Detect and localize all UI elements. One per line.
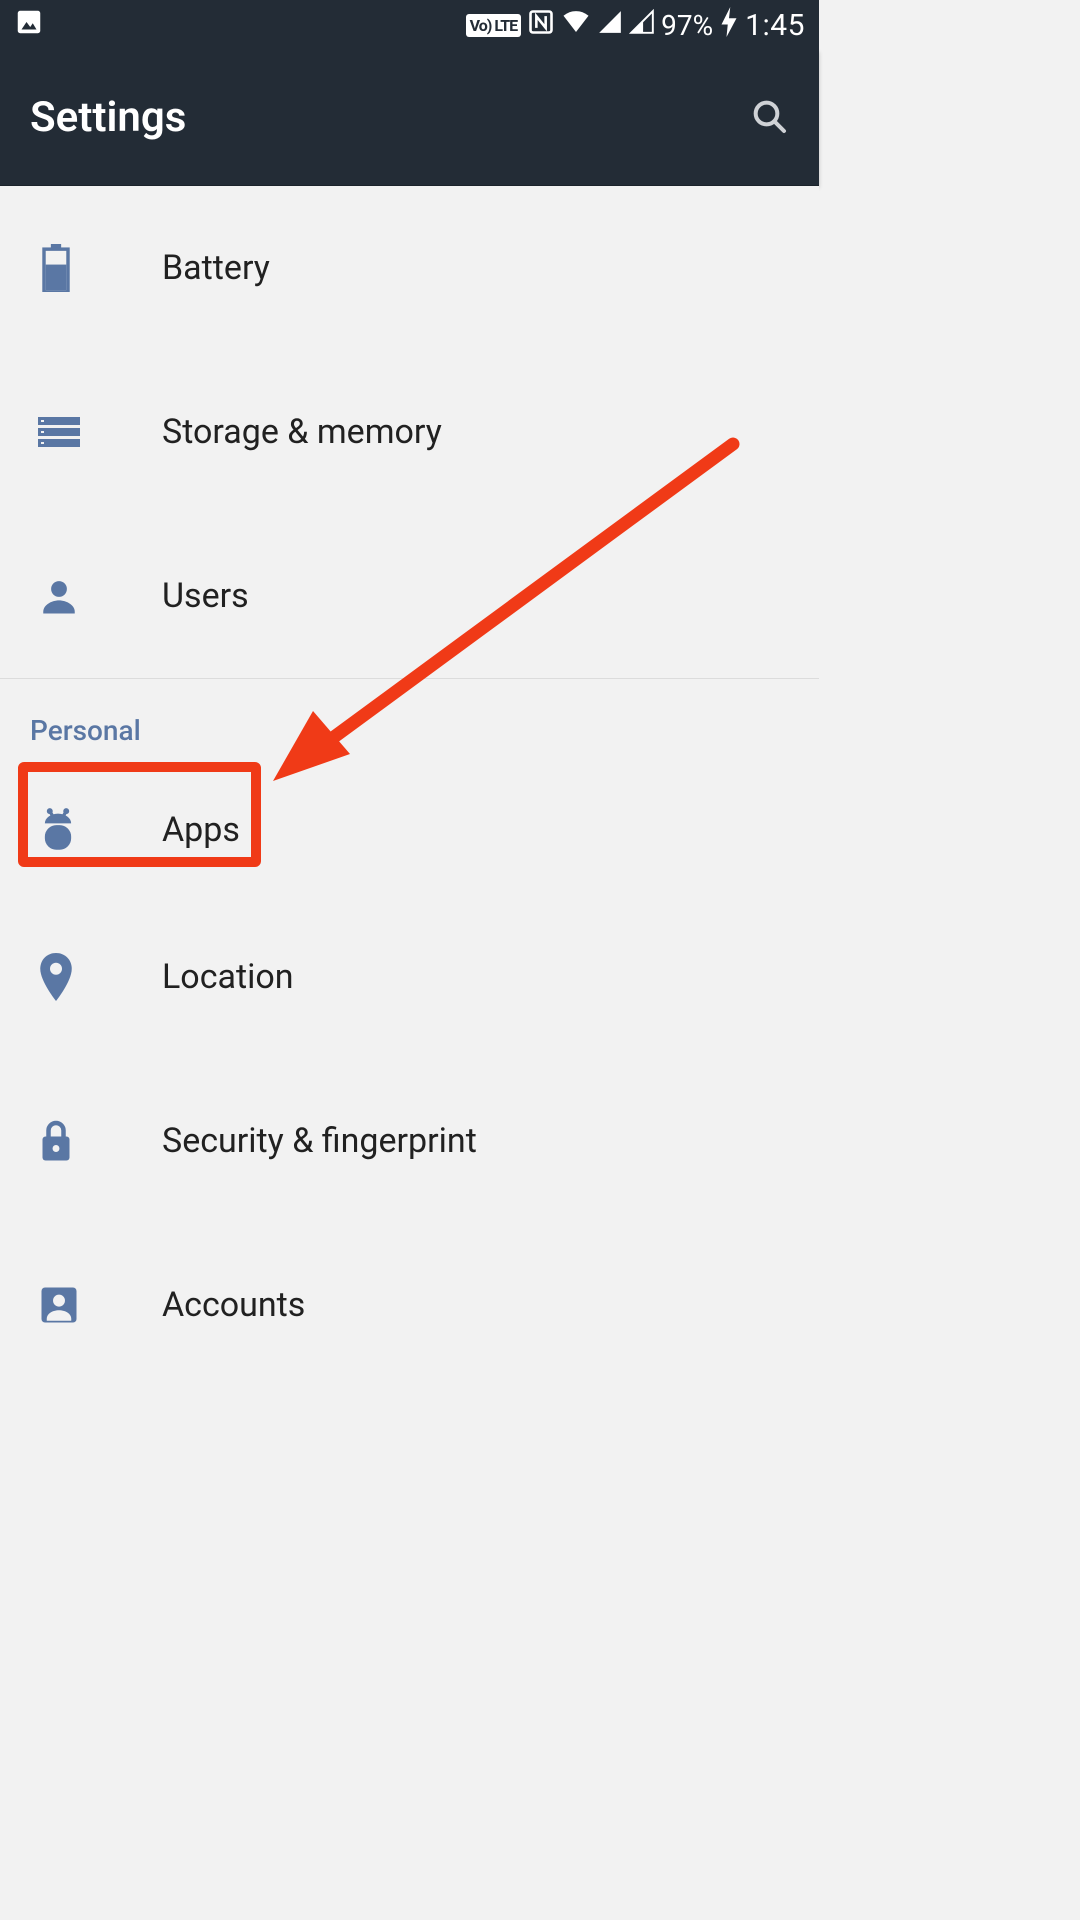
row-security[interactable]: Security & fingerprint xyxy=(0,1059,819,1223)
user-icon xyxy=(38,575,162,617)
row-location[interactable]: Location xyxy=(0,895,819,1059)
row-label: Location xyxy=(162,957,294,997)
row-label: Security & fingerprint xyxy=(162,1121,477,1161)
search-icon[interactable] xyxy=(749,96,789,140)
page-title: Settings xyxy=(30,93,186,142)
nfc-icon xyxy=(527,8,555,43)
volte-badge: Vo) LTE xyxy=(466,14,522,37)
row-users[interactable]: Users xyxy=(0,514,819,678)
app-bar: Settings xyxy=(0,50,819,186)
location-icon xyxy=(38,953,162,1001)
accounts-icon xyxy=(38,1284,162,1326)
storage-icon xyxy=(38,416,162,448)
row-label: Apps xyxy=(162,810,240,850)
lock-icon xyxy=(38,1118,162,1164)
charging-icon xyxy=(719,7,739,44)
section-header-personal: Personal xyxy=(0,679,819,765)
signal-icon-1 xyxy=(597,9,623,42)
apps-icon xyxy=(38,807,162,853)
wifi-icon xyxy=(561,7,591,44)
battery-percent: 97% xyxy=(661,9,713,42)
row-label: Accounts xyxy=(162,1285,305,1325)
signal-icon-2 xyxy=(629,9,655,42)
row-apps[interactable]: Apps xyxy=(0,765,819,895)
picture-icon xyxy=(14,7,44,44)
status-clock: 1:45 xyxy=(745,8,805,43)
row-label: Storage & memory xyxy=(162,412,442,452)
status-bar: Vo) LTE 97% 1:45 xyxy=(0,0,819,50)
row-battery[interactable]: Battery xyxy=(0,186,819,350)
settings-list: Battery Storage & memory Users Personal xyxy=(0,186,819,1387)
row-label: Users xyxy=(162,576,249,616)
row-storage[interactable]: Storage & memory xyxy=(0,350,819,514)
battery-icon xyxy=(38,244,162,292)
row-label: Battery xyxy=(162,248,270,288)
row-accounts[interactable]: Accounts xyxy=(0,1223,819,1387)
